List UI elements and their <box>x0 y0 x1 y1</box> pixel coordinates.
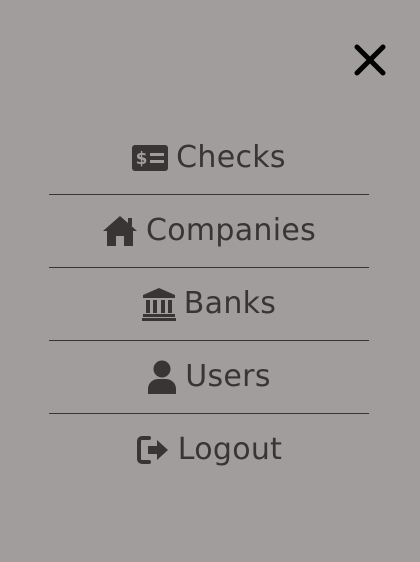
close-icon <box>354 44 386 76</box>
home-icon <box>102 215 138 247</box>
menu-item-logout[interactable]: Logout <box>49 414 369 486</box>
menu-item-checks[interactable]: $ Checks <box>49 122 369 194</box>
user-icon <box>147 360 177 394</box>
menu-item-label: Users <box>185 359 271 394</box>
logout-icon <box>136 435 170 465</box>
nav-menu: $ Checks Companies Banks Users Logout <box>49 122 369 486</box>
menu-item-label: Banks <box>183 286 277 321</box>
menu-item-banks[interactable]: Banks <box>49 268 369 340</box>
bank-icon <box>141 287 176 321</box>
menu-item-label: Logout <box>177 432 283 467</box>
close-button[interactable] <box>352 42 388 78</box>
menu-item-label: Companies <box>145 213 317 248</box>
svg-text:$: $ <box>136 149 148 169</box>
menu-item-users[interactable]: Users <box>49 341 369 413</box>
menu-item-companies[interactable]: Companies <box>49 195 369 267</box>
menu-item-label: Checks <box>176 140 286 175</box>
money-check-icon: $ <box>132 145 169 171</box>
